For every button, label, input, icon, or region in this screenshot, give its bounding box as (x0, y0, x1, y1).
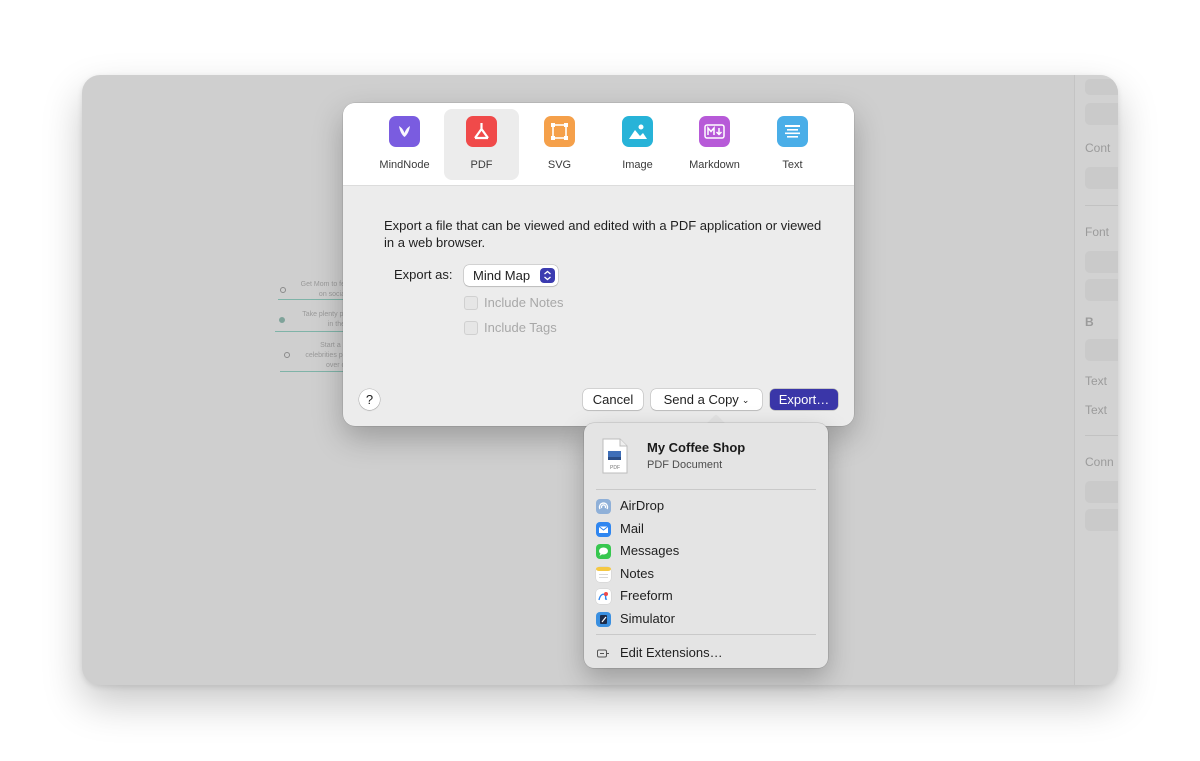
cancel-button[interactable]: Cancel (583, 389, 643, 410)
inspector-label: Text (1085, 403, 1108, 417)
node-connector (278, 299, 348, 300)
updown-arrows-icon (540, 268, 555, 283)
notes-icon (596, 567, 611, 582)
node-collapse-dot[interactable] (284, 352, 290, 358)
menu-item-freeform[interactable]: Freeform (584, 585, 828, 607)
freeform-icon (596, 589, 611, 604)
simulator-icon (596, 612, 611, 627)
tab-text[interactable]: Text (755, 109, 830, 180)
inspector-label[interactable]: B (1085, 315, 1094, 329)
inspector-label: Font (1085, 225, 1110, 239)
markdown-icon (699, 116, 730, 147)
menu-item-airdrop[interactable]: AirDrop (584, 495, 828, 517)
messages-icon (596, 544, 611, 559)
menu-item-mail[interactable]: Mail (584, 518, 828, 540)
inspector-label: Cont (1085, 141, 1111, 155)
document-title: My Coffee Shop (647, 440, 746, 455)
divider (1085, 435, 1118, 436)
export-as-popup[interactable]: Mind Map (464, 265, 558, 286)
inspector-control[interactable] (1085, 339, 1118, 361)
mindnode-icon (389, 116, 420, 147)
svg-icon (544, 116, 575, 147)
inspector-control[interactable] (1085, 103, 1118, 125)
extensions-icon (596, 646, 611, 661)
menu-item-edit-extensions[interactable]: Edit Extensions… (584, 642, 828, 664)
help-button[interactable]: ? (359, 389, 380, 410)
svg-text:PDF: PDF (610, 465, 620, 471)
tab-image[interactable]: Image (600, 109, 675, 180)
text-icon (777, 116, 808, 147)
mindmap-node[interactable]: Get Mom to fe on socia (287, 280, 345, 300)
share-menu: PDF My Coffee Shop PDF Document AirDrop … (584, 423, 828, 668)
menu-item-messages[interactable]: Messages (584, 540, 828, 562)
pdf-icon (466, 116, 497, 147)
tab-pdf[interactable]: PDF (444, 109, 519, 180)
export-button[interactable]: Export… (770, 389, 838, 410)
checkbox-box (464, 296, 478, 310)
mindmap-node[interactable]: Start a r celebrities pr over c (287, 341, 345, 371)
inspector-control[interactable] (1085, 279, 1118, 301)
divider (596, 489, 816, 490)
chevron-down-icon: ⌄ (741, 395, 750, 405)
tab-mindnode[interactable]: MindNode (367, 109, 442, 180)
inspector-control[interactable] (1085, 79, 1118, 95)
inspector-label: Conn (1085, 455, 1114, 469)
checkbox-box (464, 321, 478, 335)
export-as-value: Mind Map (473, 268, 531, 283)
tab-markdown[interactable]: Markdown (677, 109, 752, 180)
tab-svg[interactable]: SVG (522, 109, 597, 180)
node-connector (280, 371, 348, 372)
node-connector (275, 331, 348, 332)
image-icon (622, 116, 653, 147)
divider (596, 634, 816, 635)
mindmap-node[interactable]: Take plenty pi in the (287, 310, 345, 330)
mail-icon (596, 522, 611, 537)
node-collapse-dot[interactable] (280, 287, 286, 293)
export-as-label: Export as: (394, 267, 453, 282)
inspector-control[interactable] (1085, 167, 1118, 189)
node-collapse-dot[interactable] (279, 317, 285, 323)
inspector-control[interactable] (1085, 481, 1118, 503)
inspector-control[interactable] (1085, 251, 1118, 273)
format-description: Export a file that can be viewed and edi… (384, 218, 822, 250)
document-type: PDF Document (647, 459, 723, 471)
inspector-panel: Cont Font B Text Text Conn (1074, 75, 1118, 685)
pdf-document-icon: PDF (601, 438, 629, 474)
send-a-copy-button[interactable]: Send a Copy ⌄ (651, 389, 762, 410)
menu-item-notes[interactable]: Notes (584, 563, 828, 585)
divider (1085, 205, 1118, 206)
format-tabbar: MindNode PDF SVG Image Markdown Text (343, 103, 854, 186)
airdrop-icon (596, 499, 611, 514)
menu-item-simulator[interactable]: Simulator (584, 608, 828, 630)
inspector-control[interactable] (1085, 509, 1118, 531)
export-dialog: MindNode PDF SVG Image Markdown Text Exp… (343, 103, 854, 426)
inspector-label: Text (1085, 374, 1108, 388)
